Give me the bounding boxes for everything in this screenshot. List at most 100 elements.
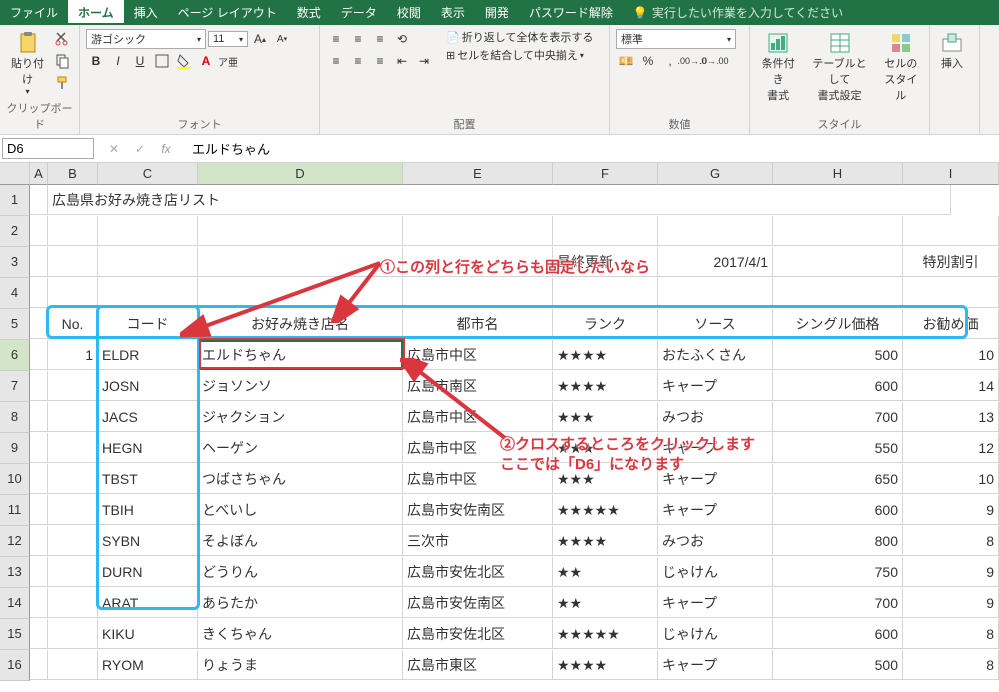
- cell-single-14[interactable]: 700: [773, 588, 903, 618]
- col-header-A[interactable]: A: [30, 163, 48, 185]
- tab-page-layout[interactable]: ページ レイアウト: [168, 0, 287, 25]
- tab-data[interactable]: データ: [331, 0, 387, 25]
- align-right-button[interactable]: ≡: [370, 51, 390, 71]
- cell-H4[interactable]: [773, 278, 903, 308]
- underline-button[interactable]: U: [130, 51, 150, 71]
- cell-I4[interactable]: [903, 278, 999, 308]
- italic-button[interactable]: I: [108, 51, 128, 71]
- cell-code-8[interactable]: JACS: [98, 402, 198, 432]
- cell-single-6[interactable]: 500: [773, 340, 903, 370]
- cell-rec-16[interactable]: 8: [903, 650, 999, 680]
- font-size-dropdown[interactable]: 11▾: [208, 31, 248, 47]
- row-header-12[interactable]: 12: [0, 526, 30, 557]
- fill-color-button[interactable]: [174, 51, 194, 71]
- cell-single-8[interactable]: 700: [773, 402, 903, 432]
- cell-sauce-6[interactable]: おたふくさん: [658, 340, 773, 370]
- cell-rec-12[interactable]: 8: [903, 526, 999, 556]
- cell-code-9[interactable]: HEGN: [98, 433, 198, 463]
- cell-C3[interactable]: [98, 247, 198, 277]
- cell-code-6[interactable]: ELDR: [98, 340, 198, 370]
- cell-no-15[interactable]: [48, 619, 98, 649]
- cell-B4[interactable]: [48, 278, 98, 308]
- cell-name-16[interactable]: りょうま: [198, 650, 403, 680]
- cell-A15[interactable]: [30, 619, 48, 649]
- decrease-decimal-button[interactable]: .0→.00: [704, 51, 724, 71]
- bold-button[interactable]: B: [86, 51, 106, 71]
- row-header-13[interactable]: 13: [0, 557, 30, 588]
- cell-single-9[interactable]: 550: [773, 433, 903, 463]
- tab-formulas[interactable]: 数式: [287, 0, 331, 25]
- cell-A6[interactable]: [30, 340, 48, 370]
- enter-formula-button[interactable]: ✓: [130, 139, 150, 159]
- cell-city-6[interactable]: 広島市中区: [403, 340, 553, 370]
- accounting-format-button[interactable]: 💴: [616, 51, 636, 71]
- cell-title[interactable]: 広島県お好み焼き店リスト: [48, 185, 951, 215]
- align-center-button[interactable]: ≡: [348, 51, 368, 71]
- hdr-name[interactable]: お好み焼き店名: [198, 309, 403, 339]
- tab-password-unlock[interactable]: パスワード解除: [519, 0, 623, 25]
- cell-E3[interactable]: [403, 247, 553, 277]
- phonetic-button[interactable]: ア亜: [218, 51, 238, 71]
- hdr-code[interactable]: コード: [98, 309, 198, 339]
- align-left-button[interactable]: ≡: [326, 51, 346, 71]
- cell-rec-6[interactable]: 10: [903, 340, 999, 370]
- cell-rec-7[interactable]: 14: [903, 371, 999, 401]
- row-header-11[interactable]: 11: [0, 495, 30, 526]
- hdr-sauce[interactable]: ソース: [658, 309, 773, 339]
- tab-developer[interactable]: 開発: [475, 0, 519, 25]
- cell-name-6[interactable]: エルドちゃん: [198, 340, 403, 370]
- worksheet-grid[interactable]: A B C D E F G H I 1広島県お好み焼き店リスト23最終更新201…: [0, 163, 999, 681]
- fx-button[interactable]: fx: [156, 139, 176, 159]
- cell-name-11[interactable]: とべいし: [198, 495, 403, 525]
- col-header-E[interactable]: E: [403, 163, 553, 185]
- cut-button[interactable]: [53, 29, 73, 49]
- name-box[interactable]: [2, 138, 94, 159]
- cell-A9[interactable]: [30, 433, 48, 463]
- select-all-corner[interactable]: [0, 163, 30, 185]
- cell-city-13[interactable]: 広島市安佐北区: [403, 557, 553, 587]
- cell-single-10[interactable]: 650: [773, 464, 903, 494]
- cell-sauce-8[interactable]: みつお: [658, 402, 773, 432]
- cell-rank-6[interactable]: ★★★★: [553, 340, 658, 370]
- cell-rec-11[interactable]: 9: [903, 495, 999, 525]
- hdr-city[interactable]: 都市名: [403, 309, 553, 339]
- tab-home[interactable]: ホーム: [68, 0, 124, 25]
- decrease-indent-button[interactable]: ⇤: [392, 51, 412, 71]
- cell-name-10[interactable]: つばさちゃん: [198, 464, 403, 494]
- tab-view[interactable]: 表示: [431, 0, 475, 25]
- cell-rec-14[interactable]: 9: [903, 588, 999, 618]
- col-header-H[interactable]: H: [773, 163, 903, 185]
- cell-no-7[interactable]: [48, 371, 98, 401]
- cell-rank-10[interactable]: ★★★: [553, 464, 658, 494]
- cell-rank-13[interactable]: ★★: [553, 557, 658, 587]
- cell-no-9[interactable]: [48, 433, 98, 463]
- row-header-10[interactable]: 10: [0, 464, 30, 495]
- row-header-5[interactable]: 5: [0, 309, 30, 340]
- cell-C4[interactable]: [98, 278, 198, 308]
- cell-I2[interactable]: [903, 216, 999, 246]
- tell-me-input[interactable]: 実行したい作業を入力してください: [623, 0, 999, 25]
- cell-rec-15[interactable]: 8: [903, 619, 999, 649]
- wrap-text-button[interactable]: 📄折り返して全体を表示する: [446, 29, 593, 45]
- cell-rank-11[interactable]: ★★★★★: [553, 495, 658, 525]
- cell-single-15[interactable]: 600: [773, 619, 903, 649]
- cell-sauce-16[interactable]: キャープ: [658, 650, 773, 680]
- row-header-1[interactable]: 1: [0, 185, 30, 216]
- font-color-button[interactable]: A: [196, 51, 216, 71]
- cell-code-13[interactable]: DURN: [98, 557, 198, 587]
- cell-no-13[interactable]: [48, 557, 98, 587]
- cell-code-14[interactable]: ARAT: [98, 588, 198, 618]
- col-header-I[interactable]: I: [903, 163, 999, 185]
- cell-single-16[interactable]: 500: [773, 650, 903, 680]
- cell-A11[interactable]: [30, 495, 48, 525]
- cell-city-15[interactable]: 広島市安佐北区: [403, 619, 553, 649]
- cell-rec-8[interactable]: 13: [903, 402, 999, 432]
- cell-rank-16[interactable]: ★★★★: [553, 650, 658, 680]
- row-header-14[interactable]: 14: [0, 588, 30, 619]
- cell-no-12[interactable]: [48, 526, 98, 556]
- col-header-D[interactable]: D: [198, 163, 403, 185]
- cell-single-11[interactable]: 600: [773, 495, 903, 525]
- row-header-8[interactable]: 8: [0, 402, 30, 433]
- font-name-dropdown[interactable]: 游ゴシック▾: [86, 29, 206, 49]
- cell-city-7[interactable]: 広島市南区: [403, 371, 553, 401]
